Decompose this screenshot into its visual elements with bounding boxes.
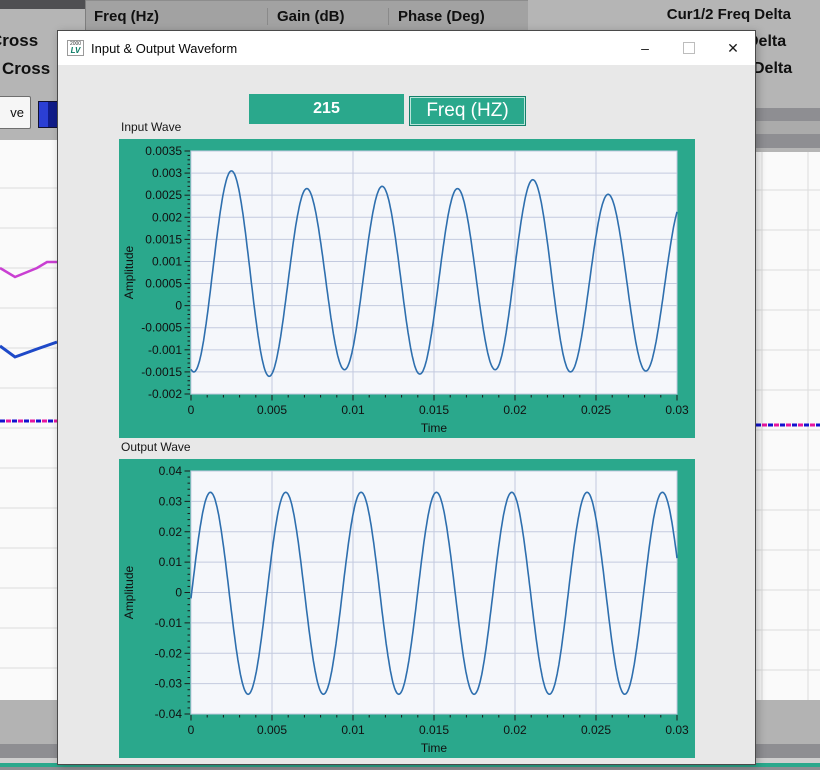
input-wave-title: Input Wave	[121, 120, 181, 134]
close-button[interactable]: ✕	[711, 31, 755, 65]
maximize-icon	[683, 42, 695, 54]
svg-text:0.005: 0.005	[257, 403, 287, 417]
maximize-button[interactable]	[667, 31, 711, 65]
svg-text:-0.0015: -0.0015	[141, 365, 182, 379]
svg-text:-0.04: -0.04	[155, 707, 183, 721]
output-wave-chart: 0 0.005 0.01 0.015 0.02 0.025 0.03 0.04 0.03 0.02…	[119, 459, 695, 758]
svg-text:Time: Time	[421, 421, 448, 435]
cross-label-2: Cross	[2, 59, 50, 79]
svg-text:0.0035: 0.0035	[145, 144, 182, 158]
svg-text:0.02: 0.02	[503, 403, 527, 417]
background-table-header: Freq (Hz) Gain (dB) Phase (Deg)	[85, 0, 528, 32]
svg-text:0.0015: 0.0015	[145, 232, 182, 246]
input-wave-chart: 0 0.005 0.01 0.015 0.02 0.025 0.03 0.0035 0.003 0…	[119, 139, 695, 438]
background-band	[756, 134, 820, 148]
column-header-phase: Phase (Deg)	[388, 8, 527, 25]
column-header-freq: Freq (Hz)	[85, 8, 267, 25]
background-chart-left-fragment	[0, 140, 57, 700]
window-titlebar[interactable]: 2000 LV Input & Output Waveform – ✕	[58, 31, 755, 65]
svg-text:0.0005: 0.0005	[145, 277, 182, 291]
background-band	[756, 121, 820, 134]
svg-text:-0.001: -0.001	[148, 343, 182, 357]
svg-text:0.02: 0.02	[159, 525, 183, 539]
svg-text:Amplitude: Amplitude	[122, 246, 136, 300]
svg-text:0.005: 0.005	[257, 723, 287, 737]
svg-text:0.002: 0.002	[152, 210, 182, 224]
svg-text:0.025: 0.025	[581, 403, 611, 417]
delta-label-2: Delta	[753, 60, 792, 78]
svg-text:0: 0	[175, 299, 182, 313]
labview-vi-icon: 2000 LV	[67, 40, 84, 56]
svg-text:0.03: 0.03	[665, 723, 689, 737]
frequency-indicator: 215	[249, 94, 404, 124]
svg-text:0.0025: 0.0025	[145, 188, 182, 202]
waveform-window: 2000 LV Input & Output Waveform – ✕ 215 …	[57, 30, 756, 765]
svg-text:0.03: 0.03	[665, 403, 689, 417]
background-band	[756, 108, 820, 121]
svg-text:0: 0	[188, 403, 195, 417]
svg-text:0.003: 0.003	[152, 166, 182, 180]
svg-text:0.01: 0.01	[341, 403, 365, 417]
svg-text:0.02: 0.02	[503, 723, 527, 737]
window-title: Input & Output Waveform	[91, 41, 623, 56]
background-dark-strip	[0, 0, 86, 9]
output-wave-title: Output Wave	[121, 440, 191, 454]
svg-text:0: 0	[188, 723, 195, 737]
frequency-unit-label: Freq (HZ)	[409, 96, 526, 126]
svg-text:0: 0	[175, 586, 182, 600]
svg-text:-0.03: -0.03	[155, 677, 183, 691]
svg-text:Time: Time	[421, 741, 448, 755]
svg-text:Amplitude: Amplitude	[122, 566, 136, 620]
svg-text:-0.002: -0.002	[148, 387, 182, 401]
svg-text:0.001: 0.001	[152, 254, 182, 268]
svg-text:-0.01: -0.01	[155, 616, 183, 630]
svg-text:0.025: 0.025	[581, 723, 611, 737]
svg-text:0.015: 0.015	[419, 723, 449, 737]
column-header-gain: Gain (dB)	[267, 8, 388, 25]
svg-text:0.01: 0.01	[341, 723, 365, 737]
svg-text:-0.02: -0.02	[155, 646, 183, 660]
cursor-freq-delta-label: Cur1/2 Freq Delta	[667, 6, 791, 23]
background-chart-right-fragment	[756, 152, 820, 700]
svg-text:-0.0005: -0.0005	[141, 321, 182, 335]
svg-text:0.01: 0.01	[159, 555, 183, 569]
minimize-button[interactable]: –	[623, 31, 667, 65]
screen: Freq (Hz) Gain (dB) Phase (Deg) Cur1/2 F…	[0, 0, 820, 770]
svg-text:0.04: 0.04	[159, 464, 183, 478]
cross-label-1: Cross	[0, 31, 38, 51]
svg-text:0.015: 0.015	[419, 403, 449, 417]
background-partial-button[interactable]: ve	[0, 96, 31, 129]
svg-text:0.03: 0.03	[159, 494, 183, 508]
